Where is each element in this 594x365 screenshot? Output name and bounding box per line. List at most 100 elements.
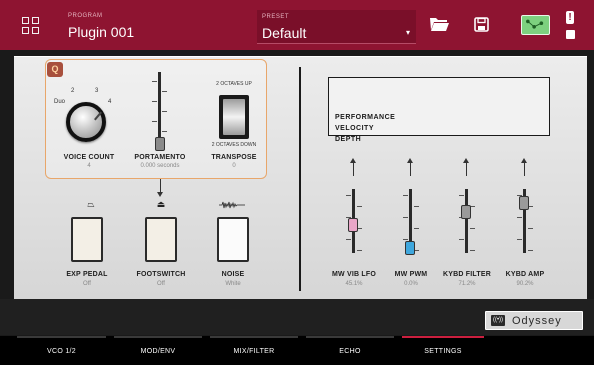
preset-selector[interactable]: PRESET Default ▾	[257, 10, 416, 44]
tick	[459, 195, 464, 196]
arrow-up-icon	[463, 158, 469, 176]
transpose-label: TRANSPOSE	[211, 154, 257, 161]
save-icon[interactable]	[474, 17, 489, 32]
arrow-down-icon	[157, 179, 163, 197]
voice-count-scale-2: 2	[71, 88, 75, 94]
display-line-3: DEPTH	[335, 136, 362, 143]
voice-count-value: 4	[87, 163, 91, 169]
brand-logo-icon: ((•))	[491, 315, 505, 326]
slider-label: MW VIB LFO	[332, 271, 376, 278]
section-divider	[299, 67, 301, 291]
tick	[403, 195, 408, 196]
portamento-slider-handle[interactable]	[155, 137, 165, 151]
slider-value: 0.0%	[404, 281, 418, 287]
tick	[162, 131, 167, 132]
slider-value: 90.2%	[516, 281, 534, 287]
header-bar: PROGRAM Plugin 001 PRESET Default ▾ !	[0, 0, 594, 50]
arrow-up-icon	[350, 158, 356, 176]
voice-count-scale-3: 3	[95, 88, 99, 94]
voice-count-scale-4: 4	[108, 99, 112, 105]
exp-pedal-button[interactable]	[71, 217, 103, 262]
chevron-down-icon: ▾	[405, 28, 410, 37]
performance-display: PERFORMANCE VELOCITY DEPTH	[328, 77, 550, 143]
pedal-icon: ⏢	[87, 199, 95, 209]
tab-echo[interactable]: ECHO	[304, 336, 396, 365]
tick	[346, 239, 351, 240]
slider-value: 71.2%	[458, 281, 476, 287]
slider-handle[interactable]	[461, 205, 471, 220]
tick	[517, 217, 522, 218]
tick	[152, 121, 157, 122]
chip-icon[interactable]	[566, 30, 575, 39]
exp-pedal-value: Off	[83, 281, 91, 287]
quick-edit-badge[interactable]: Q	[47, 62, 63, 77]
slider-track[interactable]	[465, 189, 468, 253]
odyssey-brand: ((•)) Odyssey	[485, 311, 583, 330]
settings-panel: Q Duo 2 3 4 VOICE COUNT 4 PORTAMENTO 0.0…	[14, 56, 587, 299]
slider-label: KYBD FILTER	[443, 271, 491, 278]
voice-count-knob-wrap: Duo 2 3 4	[54, 87, 132, 147]
grid-icon[interactable]	[22, 17, 40, 35]
tick	[357, 206, 362, 207]
slider-value: 45.1%	[345, 281, 363, 287]
voice-count-scale-duo: Duo	[54, 99, 66, 105]
tick	[162, 111, 167, 112]
footswitch-button[interactable]	[145, 217, 177, 262]
warning-icon[interactable]: !	[566, 11, 574, 24]
portamento-label: PORTAMENTO	[134, 154, 186, 161]
folder-icon[interactable]	[430, 17, 449, 31]
transpose-bottom-text: 2 OCTAVES DOWN	[211, 142, 257, 148]
exp-pedal-label: EXP PEDAL	[66, 271, 108, 278]
tab-mix-filter[interactable]: MIX/FILTER	[208, 336, 300, 365]
noise-icon	[219, 201, 245, 209]
footswitch-label: FOOTSWITCH	[136, 271, 186, 278]
noise-value: White	[225, 281, 241, 287]
tick	[470, 250, 475, 251]
slider-handle[interactable]	[405, 241, 415, 255]
slider-label: MW PWM	[394, 271, 428, 278]
noise-button[interactable]	[217, 217, 249, 262]
tick	[152, 101, 157, 102]
noise-label: NOISE	[221, 271, 245, 278]
voice-count-knob[interactable]	[66, 102, 106, 142]
transpose-switch[interactable]	[219, 95, 249, 139]
portamento-value: 0.000 seconds	[140, 163, 180, 169]
footswitch-icon: ⏏	[156, 199, 166, 209]
tick	[459, 239, 464, 240]
slider-handle[interactable]	[519, 195, 529, 210]
display-line-2: VELOCITY	[335, 125, 375, 132]
tick	[414, 206, 419, 207]
tick	[470, 228, 475, 229]
slider-label: KYBD AMP	[505, 271, 545, 278]
transpose-value: 0	[232, 163, 236, 169]
routing-icon[interactable]	[521, 15, 550, 35]
program-caption: PROGRAM	[68, 13, 103, 19]
tab-vco[interactable]: VCO 1/2	[15, 336, 108, 365]
transpose-switch-knob	[223, 99, 245, 135]
display-line-1: PERFORMANCE	[335, 114, 396, 121]
plugin-name[interactable]: Plugin 001	[68, 24, 134, 40]
tab-bar: VCO 1/2 MOD/ENV MIX/FILTER ECHO SETTINGS	[0, 336, 594, 365]
slider-handle[interactable]	[348, 218, 358, 233]
tick	[517, 239, 522, 240]
tick	[357, 250, 362, 251]
arrow-up-icon	[521, 158, 527, 176]
tick	[528, 250, 533, 251]
tick	[528, 228, 533, 229]
plugin-window: PROGRAM Plugin 001 PRESET Default ▾ ! Q …	[0, 0, 594, 365]
tab-settings[interactable]: SETTINGS	[400, 336, 486, 365]
preset-caption: PRESET	[262, 14, 290, 20]
tick	[414, 228, 419, 229]
arrow-up-icon	[407, 158, 413, 176]
knob-pointer	[94, 111, 102, 121]
footswitch-value: Off	[157, 281, 165, 287]
tab-mod-env[interactable]: MOD/ENV	[112, 336, 204, 365]
tick	[162, 91, 167, 92]
tick	[403, 239, 408, 240]
transpose-top-text: 2 OCTAVES UP	[216, 81, 252, 87]
voice-count-label: VOICE COUNT	[63, 154, 115, 161]
tick	[403, 217, 408, 218]
preset-value: Default	[262, 25, 307, 41]
tick	[346, 195, 351, 196]
brand-name: Odyssey	[512, 315, 562, 327]
